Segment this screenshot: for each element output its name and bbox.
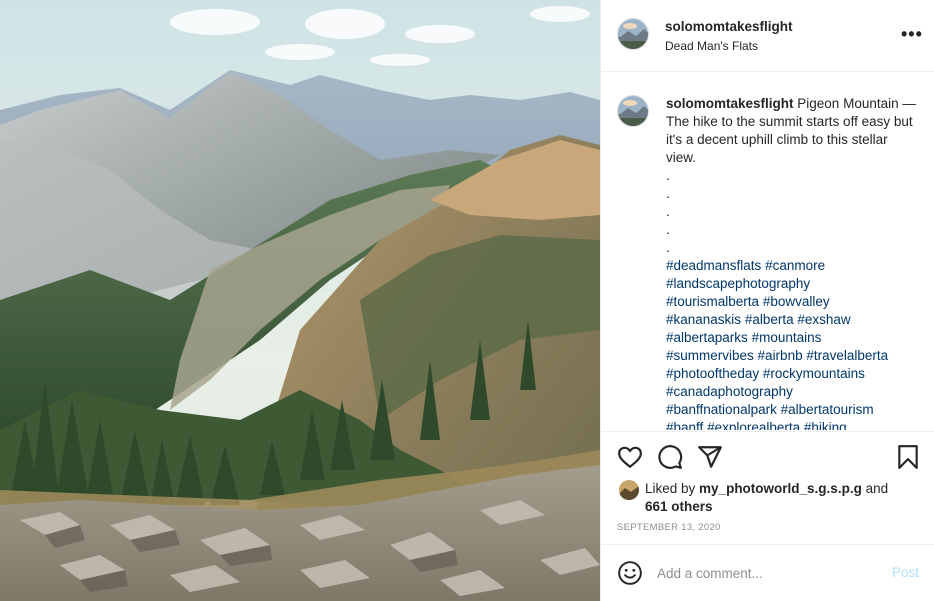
add-comment-input[interactable]	[657, 561, 877, 585]
comment-bubble-icon	[658, 445, 683, 469]
add-comment-bar: Post	[601, 544, 934, 601]
hashtag-link[interactable]: #travelalberta	[806, 348, 888, 363]
paper-plane-icon	[698, 446, 722, 468]
hashtag-line: #kananaskis #alberta #exshaw	[666, 311, 918, 329]
hashtag-line: #banffnationalpark #albertatourism	[666, 401, 918, 419]
caption-hashtags: #deadmansflats #canmore #landscapephotogr…	[666, 257, 918, 430]
post-caption: solomomtakesflight Pigeon Mountain — The…	[666, 95, 918, 430]
smiley-icon	[618, 561, 642, 585]
post-header: solomomtakesflight Dead Man's Flats •••	[601, 0, 934, 72]
hashtag-line: #deadmansflats #canmore	[666, 257, 918, 275]
comment-button[interactable]	[657, 444, 683, 470]
more-options-button[interactable]: •••	[901, 24, 923, 46]
hashtag-link[interactable]: #explorealberta	[707, 420, 800, 430]
post-comment-button[interactable]: Post	[892, 565, 919, 580]
author-avatar[interactable]	[617, 18, 649, 50]
caption-dot: .	[666, 222, 670, 237]
post-actions: Liked by my_photoworld_s.g.s.p.g and 661…	[601, 431, 934, 544]
caption-dot: .	[666, 204, 670, 219]
bookmark-icon	[898, 445, 918, 469]
caption-author-avatar[interactable]	[617, 95, 649, 127]
save-button[interactable]	[895, 444, 921, 470]
hashtag-link[interactable]: #canadaphotography	[666, 384, 793, 399]
hashtag-link[interactable]: #deadmansflats	[666, 258, 761, 273]
hashtag-line: #albertaparks #mountains	[666, 329, 918, 347]
hashtag-link[interactable]: #airbnb	[758, 348, 803, 363]
heart-icon	[618, 446, 642, 468]
hashtag-link[interactable]: #summervibes	[666, 348, 754, 363]
caption-dot: .	[666, 240, 670, 255]
hashtag-line: #landscapephotography	[666, 275, 918, 293]
likes-and: and	[861, 481, 889, 496]
hashtag-link[interactable]: #bowvalley	[763, 294, 830, 309]
like-button[interactable]	[617, 444, 643, 470]
caption-dot: .	[666, 168, 670, 183]
hashtag-link[interactable]: #exshaw	[797, 312, 850, 327]
caption-dots: .....	[666, 167, 918, 257]
emoji-button[interactable]	[617, 560, 643, 586]
post-photo[interactable]	[0, 0, 600, 601]
hashtag-link[interactable]: #hiking	[804, 420, 847, 430]
hashtag-link[interactable]: #canmore	[765, 258, 825, 273]
liker-avatar[interactable]	[619, 480, 639, 500]
mountain-landscape-image	[0, 0, 600, 601]
caption-dot: .	[666, 186, 670, 201]
hashtag-link[interactable]: #mountains	[752, 330, 822, 345]
caption-username-link[interactable]: solomomtakesflight	[666, 96, 794, 111]
hashtag-link[interactable]: #albertaparks	[666, 330, 748, 345]
post-location[interactable]: Dead Man's Flats	[665, 39, 758, 53]
post-details-panel: solomomtakesflight Dead Man's Flats ••• …	[600, 0, 934, 601]
hashtag-line: #tourismalberta #bowvalley	[666, 293, 918, 311]
more-horizontal-icon: •••	[901, 24, 923, 44]
hashtag-link[interactable]: #photooftheday	[666, 366, 759, 381]
hashtag-link[interactable]: #rockymountains	[763, 366, 865, 381]
liker-username-link[interactable]: my_photoworld_s.g.s.p.g	[699, 481, 862, 496]
hashtag-line: #photooftheday #rockymountains	[666, 365, 918, 383]
post-date[interactable]: September 13, 2020	[617, 522, 721, 533]
hashtag-link[interactable]: #albertatourism	[781, 402, 874, 417]
share-button[interactable]	[697, 444, 723, 470]
likes-prefix: Liked by	[645, 481, 700, 496]
hashtag-link[interactable]: #alberta	[745, 312, 794, 327]
hashtag-link[interactable]: #banffnationalpark	[666, 402, 777, 417]
hashtag-line: #banff #explorealberta #hiking	[666, 419, 918, 430]
hashtag-link[interactable]: #kananaskis	[666, 312, 741, 327]
hashtag-line: #summervibes #airbnb #travelalberta	[666, 347, 918, 365]
hashtag-link[interactable]: #tourismalberta	[666, 294, 759, 309]
hashtag-link[interactable]: #landscapephotography	[666, 276, 810, 291]
hashtag-link[interactable]: #banff	[666, 420, 703, 430]
author-username-link[interactable]: solomomtakesflight	[665, 19, 793, 34]
hashtag-line: #canadaphotography	[666, 383, 918, 401]
comments-section: solomomtakesflight Pigeon Mountain — The…	[601, 72, 934, 430]
likes-others-link[interactable]: 661 others	[645, 499, 713, 514]
